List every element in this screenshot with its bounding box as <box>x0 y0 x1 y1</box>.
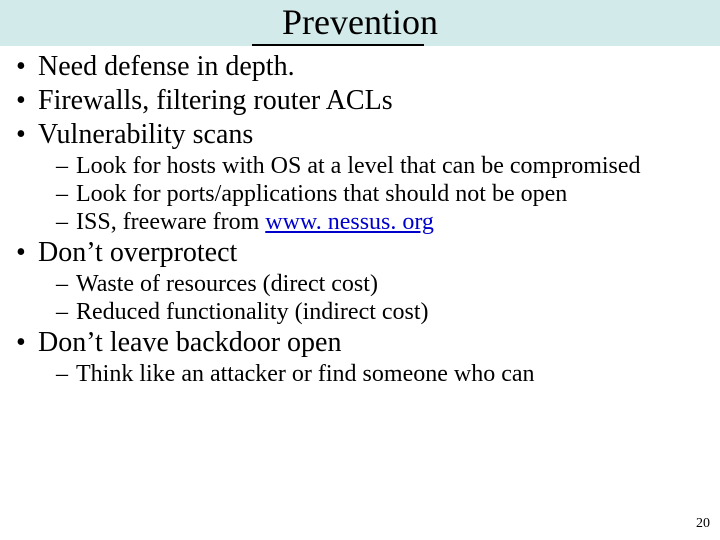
page-number: 20 <box>696 516 710 532</box>
bullet-backdoor: Don’t leave backdoor open <box>8 326 708 360</box>
bullet-text: Think like an attacker or find someone w… <box>76 361 535 387</box>
subbullet-os-level: Look for hosts with OS at a level that c… <box>8 152 708 180</box>
bullet-firewalls: Firewalls, filtering router ACLs <box>8 84 708 118</box>
bullet-defense-in-depth: Need defense in depth. <box>8 50 708 84</box>
bullet-vuln-scans: Vulnerability scans <box>8 118 708 152</box>
bullet-text: Look for hosts with OS at a level that c… <box>76 153 641 179</box>
nessus-link[interactable]: www. nessus. org <box>265 209 434 235</box>
bullet-text: Don’t overprotect <box>38 237 237 268</box>
slide: Prevention Need defense in depth. Firewa… <box>0 0 720 540</box>
bullet-text: Reduced functionality (indirect cost) <box>76 299 429 325</box>
subbullet-waste-resources: Waste of resources (direct cost) <box>8 270 708 298</box>
slide-title: Prevention <box>0 2 720 42</box>
bullet-text: Look for ports/applications that should … <box>76 181 567 207</box>
title-underline <box>252 44 424 46</box>
subbullet-reduced-functionality: Reduced functionality (indirect cost) <box>8 298 708 326</box>
bullet-text-pre: ISS, freeware from <box>76 209 265 235</box>
subbullet-ports-apps: Look for ports/applications that should … <box>8 180 708 208</box>
subbullet-think-attacker: Think like an attacker or find someone w… <box>8 360 708 388</box>
bullet-text: Firewalls, filtering router ACLs <box>38 85 393 116</box>
slide-body: Need defense in depth. Firewalls, filter… <box>8 50 708 388</box>
subbullet-iss-nessus: ISS, freeware from www. nessus. org <box>8 208 708 236</box>
bullet-text: Need defense in depth. <box>38 51 295 82</box>
bullet-dont-overprotect: Don’t overprotect <box>8 236 708 270</box>
bullet-text: Waste of resources (direct cost) <box>76 271 378 297</box>
bullet-text: Vulnerability scans <box>38 119 253 150</box>
bullet-text: Don’t leave backdoor open <box>38 327 342 358</box>
